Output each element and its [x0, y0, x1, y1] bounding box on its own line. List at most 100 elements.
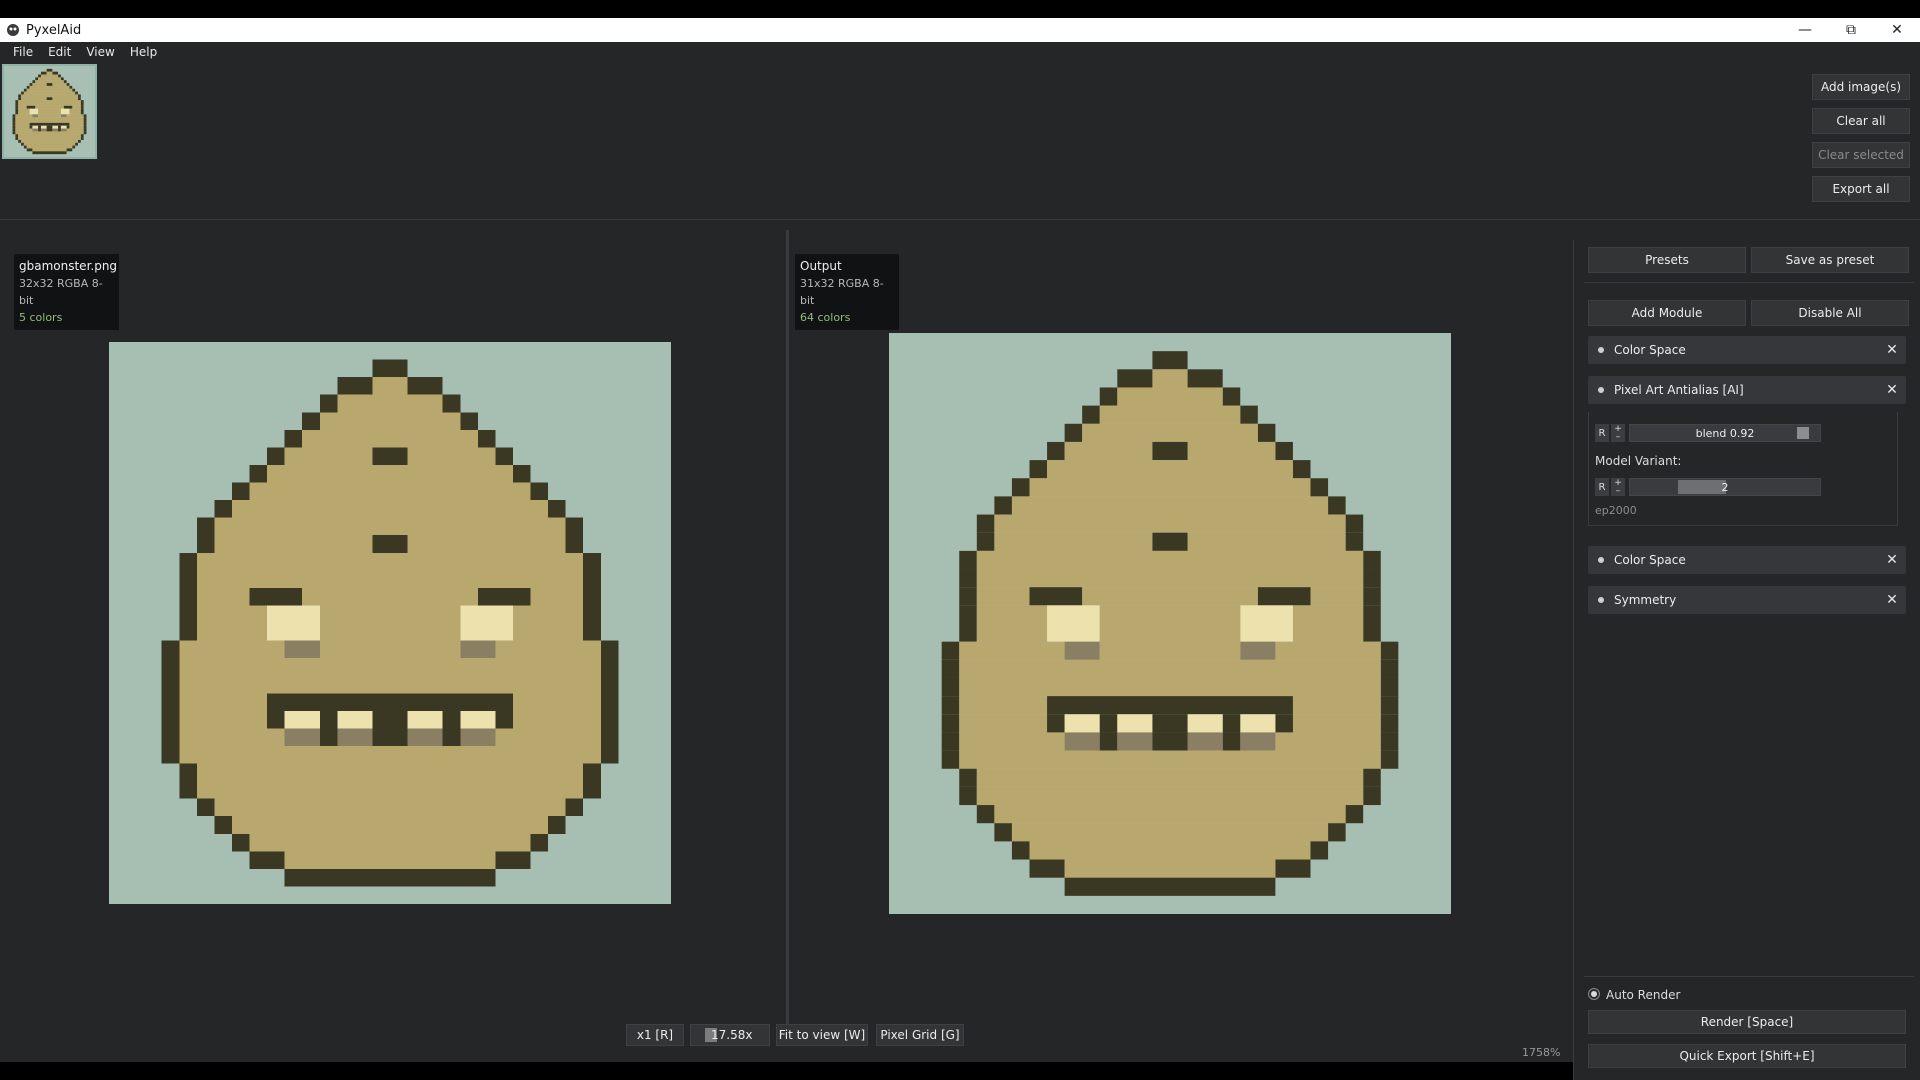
pixel-run: [390, 605, 461, 623]
pixel-run: [959, 605, 977, 624]
export-all-button[interactable]: Export all: [1812, 176, 1910, 202]
clear-all-button[interactable]: Clear all: [1812, 108, 1910, 134]
quick-export-button[interactable]: Quick Export [Shift+E]: [1588, 1044, 1906, 1068]
disable-all-button[interactable]: Disable All: [1751, 300, 1909, 326]
pixel-run: [1011, 823, 1170, 842]
module-color-space-2[interactable]: Color Space ✕: [1588, 546, 1906, 574]
add-module-button[interactable]: Add Module: [1588, 300, 1746, 326]
pixel-run: [407, 535, 566, 553]
fit-to-view-button[interactable]: Fit to view [W]: [776, 1024, 868, 1046]
pixel-run: [83, 122, 87, 126]
variant-stepper[interactable]: + –: [1611, 478, 1625, 496]
menu-file[interactable]: File: [6, 45, 41, 59]
separator: [1584, 976, 1914, 977]
pixel-run: [40, 125, 47, 129]
pixel-run: [52, 71, 59, 75]
slider-handle[interactable]: [1797, 427, 1809, 439]
pixel-run: [1292, 714, 1381, 733]
pixel-run: [372, 447, 390, 465]
pixel-run: [38, 111, 50, 115]
close-window-icon[interactable]: ✕: [1874, 18, 1920, 42]
model-variant-slider[interactable]: 2: [1629, 478, 1821, 496]
blend-reset-button[interactable]: R: [1595, 424, 1609, 442]
pixel-run: [1240, 605, 1293, 624]
module-pixel-art-antialias[interactable]: Pixel Art Antialias [AI] ✕: [1588, 376, 1906, 404]
output-view[interactable]: Output 31x32 RGBA 8-bit 64 colors: [789, 222, 1573, 1062]
pixel-run: [390, 623, 461, 641]
add-images-button[interactable]: Add image(s): [1812, 74, 1910, 100]
module-remove-icon[interactable]: ✕: [1878, 382, 1906, 398]
module-toggle-icon[interactable]: [1598, 387, 1604, 393]
pixel-run: [161, 745, 180, 764]
pixel-run: [179, 658, 390, 676]
pixel-run: [1222, 714, 1241, 733]
minus-icon[interactable]: –: [1616, 486, 1621, 496]
presets-button[interactable]: Presets: [1588, 247, 1746, 273]
pixel-grid-button[interactable]: Pixel Grid [G]: [876, 1024, 964, 1046]
scale-x1-button[interactable]: x1 [R]: [626, 1024, 684, 1046]
module-remove-icon[interactable]: ✕: [1878, 592, 1906, 608]
pixel-run: [49, 142, 76, 146]
pixel-run: [390, 816, 549, 834]
module-toggle-icon[interactable]: [1598, 597, 1604, 603]
pixel-run: [959, 696, 1048, 715]
menu-view[interactable]: View: [79, 45, 122, 59]
variant-reset-button[interactable]: R: [1595, 478, 1609, 496]
pixel-run: [23, 88, 27, 92]
pixel-run: [49, 131, 84, 135]
pixel-run: [60, 77, 64, 81]
module-symmetry[interactable]: Symmetry ✕: [1588, 586, 1906, 614]
pixel-run: [284, 640, 320, 659]
pixel-run: [1170, 641, 1241, 660]
blend-slider[interactable]: blend 0.92: [1629, 424, 1821, 442]
pixel-run: [179, 693, 268, 711]
input-color-count: 5 colors: [19, 311, 63, 324]
render-button[interactable]: Render [Space]: [1588, 1010, 1906, 1034]
pixel-run: [49, 114, 61, 118]
pixel-run: [249, 851, 285, 869]
pixel-run: [1363, 786, 1381, 806]
pixel-run: [1170, 550, 1364, 570]
pixel-run: [530, 833, 549, 852]
auto-render-checkbox[interactable]: [1588, 988, 1600, 1000]
pixel-run: [1099, 714, 1118, 733]
menu-edit[interactable]: Edit: [41, 45, 79, 59]
save-preset-button[interactable]: Save as preset: [1751, 247, 1909, 273]
pixel-run: [976, 623, 1048, 642]
module-toggle-icon[interactable]: [1598, 557, 1604, 563]
module-color-space-1[interactable]: Color Space ✕: [1588, 336, 1906, 364]
pixel-run: [1363, 587, 1381, 606]
restore-icon[interactable]: ⧉: [1828, 18, 1874, 42]
module-remove-icon[interactable]: ✕: [1878, 342, 1906, 358]
input-view[interactable]: gbamonster.png 32x32 RGBA 8-bit 5 colors: [0, 222, 786, 1062]
input-image: [109, 342, 671, 904]
pixel-run: [959, 732, 1065, 751]
image-thumbnail[interactable]: [2, 64, 97, 159]
pixel-run: [32, 128, 39, 132]
pixel-run: [72, 145, 76, 149]
pixel-run: [49, 97, 53, 101]
pixel-run: [1363, 550, 1381, 570]
module-remove-icon[interactable]: ✕: [1878, 552, 1906, 568]
pixel-run: [49, 77, 61, 81]
pixel-run: [337, 710, 373, 729]
pixel-run: [1170, 587, 1258, 606]
output-color-count: 64 colors: [800, 311, 851, 324]
minimize-icon[interactable]: —: [1782, 18, 1828, 42]
pixel-run: [49, 71, 53, 75]
blend-stepper[interactable]: + –: [1611, 424, 1625, 442]
pixel-run: [214, 816, 232, 834]
minus-icon[interactable]: –: [1616, 432, 1621, 442]
pixel-run: [66, 83, 70, 86]
clear-selected-button[interactable]: Clear selected: [1812, 142, 1910, 168]
pixel-run: [284, 710, 320, 729]
pixel-run: [1011, 841, 1030, 860]
pixel-run: [390, 833, 531, 852]
pixel-run: [372, 377, 390, 395]
pixel-run: [994, 496, 1012, 515]
menu-help[interactable]: Help: [123, 45, 165, 59]
zoom-field[interactable]: 17.58x: [690, 1024, 770, 1046]
module-toggle-icon[interactable]: [1598, 347, 1604, 353]
pixel-run: [29, 83, 33, 86]
pixel-run: [80, 100, 84, 103]
